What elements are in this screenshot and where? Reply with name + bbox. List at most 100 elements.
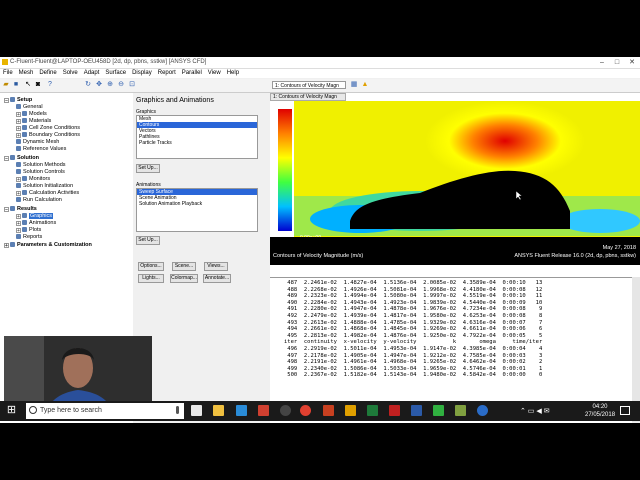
graphics-setup-button[interactable]: Set Up...	[136, 164, 160, 173]
setup-icon	[10, 97, 15, 102]
tree-reports[interactable]: Reports	[16, 234, 42, 241]
tree-general[interactable]: General	[16, 104, 43, 111]
annotate-button[interactable]: Annotate...	[203, 274, 231, 283]
console-line: 487 2.2461e-02 1.4827e-04 1.5136e-04 2.0…	[287, 280, 543, 286]
zoom-in-icon[interactable]: ⊕	[106, 81, 114, 89]
boundary-icon	[22, 132, 27, 137]
system-tray-icons[interactable]: ⌃ ▭ ◀ ✉	[520, 407, 550, 415]
fluent-taskbar-icon[interactable]	[455, 405, 466, 416]
tree-graphics[interactable]: + Graphics	[16, 213, 54, 220]
parameters-icon	[10, 242, 15, 247]
console-line: 500 2.2367e-02 1.5182e-04 1.5143e-04 1.9…	[287, 372, 543, 379]
tree-cell-zone-conditions[interactable]: + Cell Zone Conditions	[16, 125, 80, 132]
browser-icon[interactable]	[477, 405, 488, 416]
options-button[interactable]: Options...	[138, 262, 164, 271]
solidworks-icon[interactable]	[389, 405, 400, 416]
tree-monitors[interactable]: + Monitors	[16, 176, 50, 183]
file-explorer-icon[interactable]	[213, 405, 224, 416]
graphics-list[interactable]: Mesh Contours Vectors Pathlines Particle…	[136, 115, 258, 159]
app-icon[interactable]	[258, 405, 269, 416]
clock-time: 04:20	[592, 404, 608, 410]
menu-mesh[interactable]: Mesh	[16, 69, 37, 78]
tree-reference-values[interactable]: Reference Values	[16, 146, 66, 153]
animations-list[interactable]: Sweep Surface Scene Animation Solution A…	[136, 188, 258, 232]
tree-solution-methods[interactable]: Solution Methods	[16, 162, 66, 169]
tree-boundary-conditions[interactable]: + Boundary Conditions	[16, 132, 80, 139]
contour-plot[interactable]: 0.00e+00	[270, 101, 640, 245]
app-green-icon[interactable]	[433, 405, 444, 416]
rotate-icon[interactable]: ↻	[84, 81, 92, 89]
menu-adapt[interactable]: Adapt	[81, 69, 103, 78]
console-line: 491 2.2280e-02 1.4947e-04 1.4878e-04 1.9…	[287, 306, 543, 313]
console-line: 488 2.2268e-02 1.4926e-04 1.5081e-04 1.9…	[287, 286, 543, 293]
lights-button[interactable]: Lights...	[138, 274, 164, 283]
save-icon[interactable]: ■	[12, 81, 20, 89]
minimize-icon[interactable]: –	[595, 58, 609, 67]
close-icon[interactable]: ✕	[625, 58, 639, 67]
display-window-select[interactable]: 1: Contours of Velocity Magn	[272, 81, 346, 89]
tree-calculation-activities[interactable]: + Calculation Activities	[16, 190, 79, 197]
menu-define[interactable]: Define	[36, 69, 59, 78]
excel-icon[interactable]	[367, 405, 378, 416]
media-icon[interactable]	[280, 405, 291, 416]
windows-start-icon[interactable]: ⊞	[6, 405, 17, 416]
help-icon[interactable]: ?	[46, 81, 54, 89]
notification-icon[interactable]	[620, 406, 630, 415]
taskbar-clock[interactable]: 04:20 27/05/2018	[585, 403, 615, 419]
tree-solution-controls[interactable]: Solution Controls	[16, 169, 65, 176]
camera-icon[interactable]: ◙	[34, 81, 42, 89]
graphics-item[interactable]: Particle Tracks	[137, 140, 257, 146]
tree-dynamic-mesh[interactable]: Dynamic Mesh	[16, 139, 59, 146]
tree-run-calculation[interactable]: Run Calculation	[16, 197, 62, 204]
tree-results[interactable]: – Results	[4, 206, 37, 213]
monitors-icon	[22, 176, 27, 181]
menu-solve[interactable]: Solve	[60, 69, 81, 78]
open-folder-icon[interactable]: ▰	[2, 81, 10, 89]
mail-icon[interactable]	[236, 405, 247, 416]
plots-icon	[22, 227, 27, 232]
console-line: 494 2.2661e-02 1.4868e-04 1.4845e-04 1.9…	[287, 326, 543, 333]
zoom-out-icon[interactable]: ⊖	[117, 81, 125, 89]
tree-solution-initialization[interactable]: Solution Initialization	[16, 183, 73, 190]
powerpoint-icon[interactable]	[323, 405, 334, 416]
tree-models[interactable]: + Models	[16, 111, 47, 118]
tree-animations[interactable]: + Animations	[16, 220, 56, 227]
store-icon[interactable]	[191, 405, 202, 416]
chrome-icon[interactable]	[300, 405, 311, 416]
toolbar: ▰ ■ ↖ ◙ ? ↻ ✥ ⊕ ⊖ ⊡ 1: Contours of Veloc…	[0, 79, 640, 93]
console-line: 490 2.2284e-02 1.4943e-04 1.4923e-04 1.9…	[287, 299, 543, 306]
taskbar-search-box[interactable]: Type here to search	[26, 403, 184, 419]
views-button[interactable]: Views...	[204, 262, 228, 271]
colormap-button[interactable]: Colormap...	[170, 274, 198, 283]
menu-surface[interactable]: Surface	[102, 69, 129, 78]
zoom-box-icon[interactable]: ⊡	[128, 81, 136, 89]
word-icon[interactable]	[411, 405, 422, 416]
animations-setup-button[interactable]: Set Up...	[136, 236, 160, 245]
tree-setup[interactable]: – Setup	[4, 97, 32, 104]
console-line: iter continuity x-velocity y-velocity k …	[284, 339, 543, 346]
microphone-icon[interactable]	[176, 406, 179, 414]
menu-view[interactable]: View	[205, 69, 224, 78]
search-icon	[29, 406, 37, 414]
layout-icon[interactable]: ▦	[350, 81, 358, 89]
dynamic-mesh-icon	[16, 139, 21, 144]
menu-file[interactable]: File	[0, 69, 16, 78]
tree-solution[interactable]: – Solution	[4, 155, 39, 162]
scene-button[interactable]: Scene...	[172, 262, 196, 271]
maximize-icon[interactable]: □	[610, 58, 624, 67]
menu-help[interactable]: Help	[224, 69, 242, 78]
menu-report[interactable]: Report	[155, 69, 179, 78]
tree-materials[interactable]: + Materials	[16, 118, 51, 125]
animation-item[interactable]: Solution Animation Playback	[137, 201, 257, 207]
arrow-pointer-icon[interactable]: ↖	[24, 81, 32, 89]
ansys-icon[interactable]	[345, 405, 356, 416]
tree-plots[interactable]: + Plots	[16, 227, 41, 234]
console-line: 492 2.2479e-02 1.4939e-04 1.4817e-04 1.9…	[287, 312, 543, 319]
residual-table: 487 2.2461e-02 1.4827e-04 1.5136e-04 2.0…	[270, 278, 632, 379]
tree-parameters[interactable]: + Parameters & Customization	[4, 242, 92, 249]
pan-icon[interactable]: ✥	[95, 81, 103, 89]
graphics-tab[interactable]: 1: Contours of Velocity Magn	[270, 93, 346, 101]
fluent-window: C-Fluent-Fluent@LAPTOP-OEU458D [2d, dp, …	[0, 57, 640, 423]
menu-parallel[interactable]: Parallel	[179, 69, 205, 78]
menu-display[interactable]: Display	[129, 69, 155, 78]
